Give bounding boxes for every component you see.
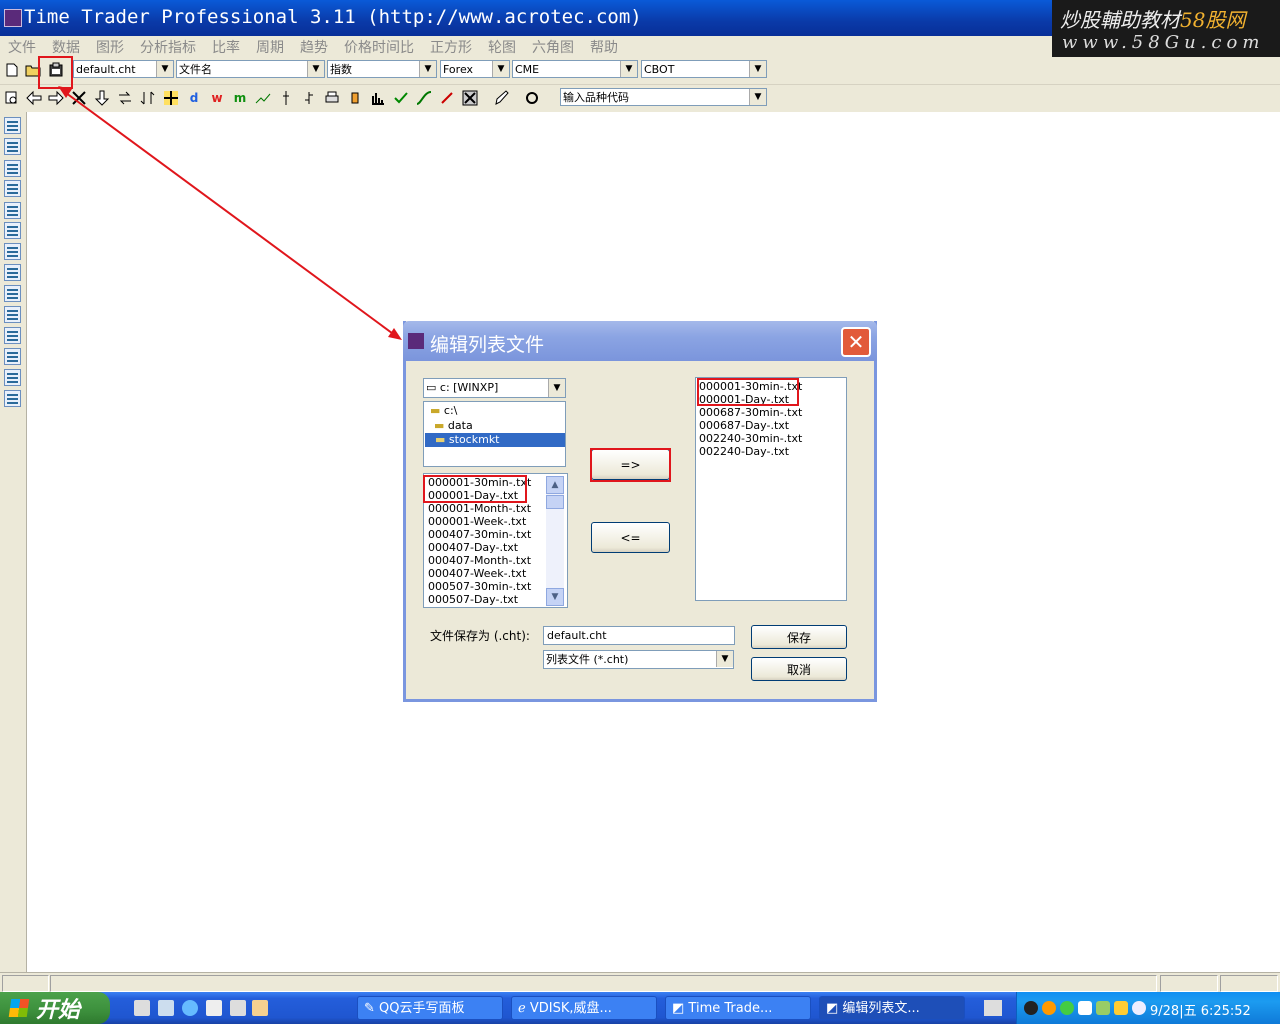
- qq-tray-icon[interactable]: [1024, 1001, 1038, 1015]
- quicklaunch-icon-4[interactable]: [206, 1000, 222, 1016]
- quicklaunch-icon-2[interactable]: [158, 1000, 174, 1016]
- security-tray-icon[interactable]: [1114, 1001, 1128, 1015]
- pencil-icon: ✎: [364, 1001, 380, 1016]
- ie-icon: ℯ: [518, 1001, 530, 1016]
- task-time-trader[interactable]: ◩ Time Trade...: [665, 996, 811, 1020]
- shield-icon[interactable]: [1132, 1001, 1146, 1015]
- annotation-arrow: [58, 86, 402, 340]
- quicklaunch-icon-1[interactable]: [134, 1000, 150, 1016]
- chart-icon: ◩: [826, 1001, 843, 1016]
- windows-logo-icon: [8, 999, 30, 1017]
- network-tray-icon[interactable]: [1096, 1001, 1110, 1015]
- task-edit-list[interactable]: ◩ 编辑列表文...: [819, 996, 965, 1020]
- quicklaunch-icon-6[interactable]: [252, 1000, 268, 1016]
- shield-tray-icon[interactable]: [1078, 1001, 1092, 1015]
- task-vdisk[interactable]: ℯ VDISK,威盘...: [511, 996, 657, 1020]
- start-button[interactable]: 开始: [0, 992, 110, 1024]
- ie-quicklaunch-icon[interactable]: [182, 1000, 198, 1016]
- chart-icon: ◩: [672, 1001, 689, 1016]
- tray-icon-2[interactable]: [1042, 1001, 1056, 1015]
- quicklaunch-icon-5[interactable]: [230, 1000, 246, 1016]
- clock[interactable]: 9/28|五 6:25:52: [1150, 1000, 1251, 1019]
- keyboard-icon[interactable]: [984, 1000, 1002, 1016]
- tray-icon-3[interactable]: [1060, 1001, 1074, 1015]
- task-qq-handwriting[interactable]: ✎ QQ云手写面板: [357, 996, 503, 1020]
